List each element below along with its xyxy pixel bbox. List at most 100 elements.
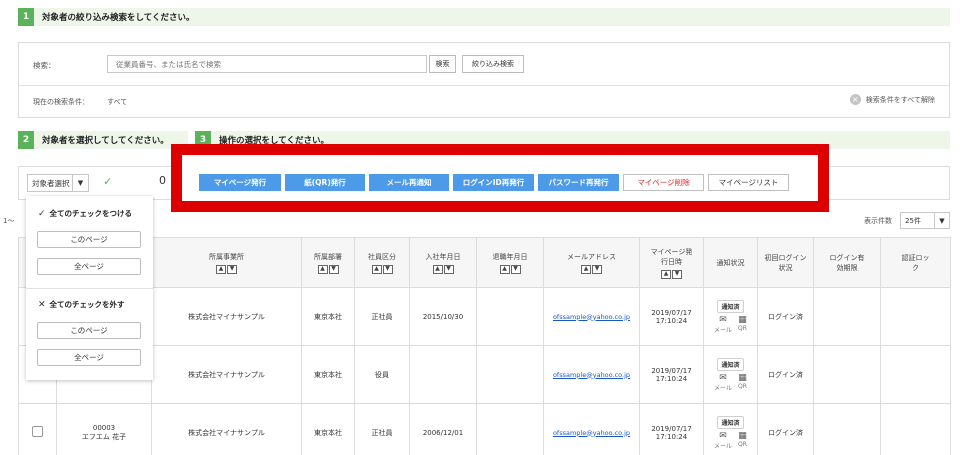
email-link[interactable]: ofssample@yahoo.co.jp: [553, 371, 630, 379]
check-icon: ✓: [103, 175, 113, 188]
popup-divider: [26, 288, 153, 289]
count-label: 表示件数: [864, 217, 892, 225]
email-cell: ofssample@yahoo.co.jp: [543, 287, 640, 346]
mail-resend[interactable]: ✉ メール: [714, 315, 732, 334]
sort-up-icon[interactable]: ▲: [317, 264, 328, 274]
mypage-list-button[interactable]: マイページリスト: [708, 174, 789, 191]
header-leave-label: 退職年月日: [492, 252, 528, 261]
first-login-cell: ログイン済: [757, 287, 814, 346]
chevron-down-icon: ▼: [72, 175, 88, 191]
issued-cell: 2019/07/17 17:10:24: [639, 345, 704, 404]
sort-down-icon[interactable]: ▼: [227, 264, 237, 274]
uncheck-all-row: ✕ 全てのチェックを外す: [38, 299, 125, 310]
uncheck-all-pages-button[interactable]: 全ページ: [37, 349, 141, 366]
qr-resend[interactable]: ▦ QR: [738, 314, 747, 334]
check-all-pages-button[interactable]: 全ページ: [37, 258, 141, 275]
highlight-frame: マイページ発行 紙(QR)発行 メール再通知 ログインID再発行 パスワード再発…: [171, 144, 829, 212]
sort-down-icon[interactable]: ▼: [592, 264, 602, 274]
email-cell: ofssample@yahoo.co.jp: [543, 345, 640, 404]
row-checkbox[interactable]: [32, 426, 43, 437]
mail-resend[interactable]: ✉ メール: [714, 430, 732, 450]
sort-up-icon[interactable]: ▲: [432, 264, 443, 274]
sort-control[interactable]: ▲ ▼: [499, 264, 521, 274]
row-checkbox-cell[interactable]: [18, 403, 57, 455]
filter-search-button[interactable]: 絞り込み検索: [462, 55, 524, 73]
sort-up-icon[interactable]: ▲: [216, 264, 226, 274]
page-size-value: 25件: [905, 216, 921, 225]
table-row[interactable]: 株式会社マイナサンプル 東京本社 役員 ofssample@yahoo.co.j…: [18, 345, 951, 404]
sort-control[interactable]: ▲ ▼: [317, 264, 339, 274]
header-leave: 退職年月日 ▲ ▼: [476, 237, 544, 288]
sort-up-icon[interactable]: ▲: [661, 269, 671, 279]
clear-conditions-label: 検索条件をすべて解除: [865, 95, 935, 104]
email-link[interactable]: ofssample@yahoo.co.jp: [553, 429, 630, 437]
qr-resend[interactable]: ▦ QR: [738, 373, 747, 392]
resend-mail-button[interactable]: メール再通知: [369, 174, 449, 191]
target-select-dropdown[interactable]: 対象者選択 ▼: [27, 174, 89, 192]
mail-resend[interactable]: ✉ メール: [714, 372, 733, 392]
sort-control[interactable]: ▲ ▼: [432, 264, 454, 274]
table-row[interactable]: 00003 エフエム 花子 株式会社マイナサンプル 東京本社 正社員 2006/1…: [18, 403, 951, 455]
sort-down-icon[interactable]: ▼: [382, 264, 393, 274]
header-first-login: 初回ログイン状況: [757, 237, 814, 288]
step2-title: 対象者を選択してしてください。: [42, 136, 169, 146]
employee-id: 00003: [92, 423, 116, 432]
issued-date: 2019/07/17: [651, 424, 692, 433]
result-range: 1～: [3, 217, 15, 225]
notice-cell: 通知済 ✉ メール ▦ QR: [703, 345, 758, 404]
leave-cell: [476, 287, 544, 346]
first-login-cell: ログイン済: [757, 403, 814, 455]
header-auth-lock: 認証ロック: [880, 237, 951, 288]
action-button-group: マイページ発行 紙(QR)発行 メール再通知 ログインID再発行 パスワード再発…: [182, 155, 818, 201]
sort-control[interactable]: ▲ ▼: [216, 264, 237, 274]
search-input[interactable]: [107, 55, 427, 73]
employee-name: エフエム 花子: [81, 432, 127, 441]
step1-title: 対象者の絞り込み検索をしてください。: [42, 13, 195, 23]
office-cell: 株式会社マイナサンプル: [151, 345, 302, 404]
check-this-page-button[interactable]: このページ: [37, 231, 141, 248]
table-row[interactable]: 株式会社マイナサンプル 東京本社 正社員 2015/10/30 ofssampl…: [18, 287, 951, 346]
check-all-label: 全てのチェックをつける: [49, 209, 133, 218]
header-notice: 通知状況: [703, 237, 758, 288]
header-join-label: 入社年月日: [425, 252, 461, 261]
reissue-login-id-button[interactable]: ログインID再発行: [453, 174, 534, 191]
sort-up-icon[interactable]: ▲: [371, 264, 382, 274]
dept-cell: 東京本社: [301, 345, 355, 404]
sort-up-icon[interactable]: ▲: [581, 264, 591, 274]
qr-code-icon: ▦: [738, 430, 747, 441]
delete-mypage-button[interactable]: マイページ削除: [623, 174, 704, 191]
select-popup-menu: ✓ 全てのチェックをつける このページ 全ページ ✕ 全てのチェックを外す この…: [26, 196, 153, 380]
header-issued-label: マイページ発行日時: [650, 247, 693, 266]
sort-down-icon[interactable]: ▼: [443, 264, 454, 274]
search-label: 検索：: [33, 61, 56, 70]
qr-resend[interactable]: ▦ QR: [738, 430, 747, 450]
notice-cell: 通知済 ✉ メール ▦ QR: [703, 403, 758, 455]
envelope-icon: ✉: [719, 430, 727, 441]
header-office-label: 所属事業所: [209, 252, 244, 261]
qr-code-icon: ▦: [738, 314, 747, 325]
sort-control[interactable]: ▲ ▼: [581, 264, 602, 274]
close-icon: ✕: [38, 299, 46, 310]
reissue-password-button[interactable]: パスワード再発行: [538, 174, 619, 191]
sort-down-icon[interactable]: ▼: [672, 269, 682, 279]
uncheck-this-page-button[interactable]: このページ: [37, 322, 141, 339]
envelope-icon: ✉: [719, 372, 727, 383]
sort-control[interactable]: ▲ ▼: [661, 269, 682, 279]
sort-control[interactable]: ▲ ▼: [371, 264, 393, 274]
search-divider: [19, 85, 949, 86]
issue-mypage-button[interactable]: マイページ発行: [199, 174, 281, 191]
sort-down-icon[interactable]: ▼: [328, 264, 339, 274]
mail-label: メール: [714, 384, 733, 392]
header-login-expiry-label: ログイン有効期限: [829, 253, 865, 272]
chevron-down-icon: ▼: [934, 213, 949, 228]
clear-conditions-link[interactable]: × 検索条件をすべて解除: [849, 94, 935, 105]
sort-up-icon[interactable]: ▲: [499, 264, 510, 274]
page-size-select[interactable]: 25件 ▼: [900, 212, 950, 229]
email-link[interactable]: ofssample@yahoo.co.jp: [553, 313, 630, 321]
sort-down-icon[interactable]: ▼: [510, 264, 521, 274]
first-login-cell: ログイン済: [757, 345, 814, 404]
issue-paper-qr-button[interactable]: 紙(QR)発行: [285, 174, 365, 191]
header-type: 社員区分 ▲ ▼: [354, 237, 410, 288]
header-type-label: 社員区分: [368, 252, 396, 261]
search-button[interactable]: 検索: [429, 55, 456, 73]
